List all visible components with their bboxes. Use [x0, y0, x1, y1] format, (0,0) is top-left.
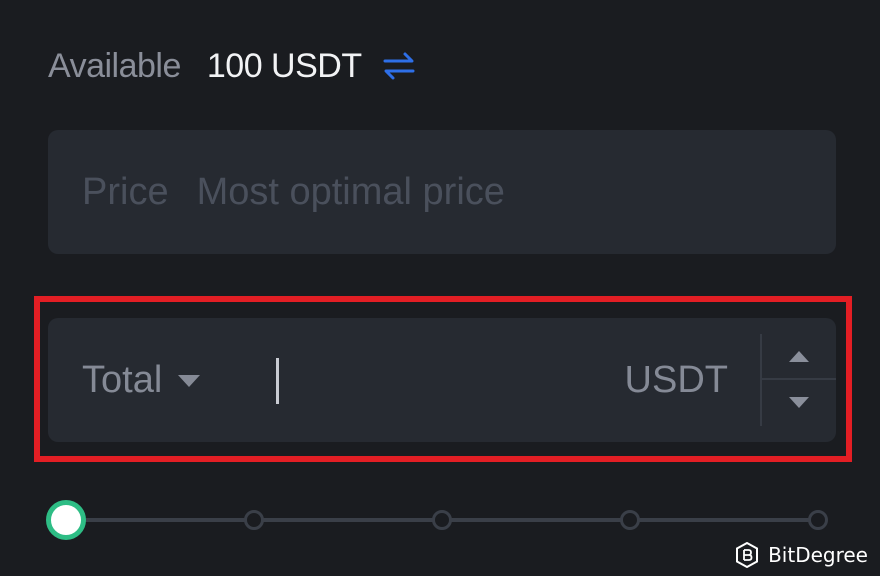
price-value: Most optimal price	[196, 170, 505, 213]
slider-stop-50[interactable]	[432, 510, 452, 530]
total-field: Total USDT	[48, 318, 836, 442]
decrement-button[interactable]	[762, 380, 836, 424]
increment-button[interactable]	[762, 334, 836, 378]
price-field: Price Most optimal price	[48, 130, 836, 254]
slider-stop-75[interactable]	[620, 510, 640, 530]
swap-arrows-icon[interactable]	[382, 51, 416, 81]
amount-slider[interactable]	[46, 498, 830, 542]
available-value: 100 USDT	[206, 46, 362, 85]
caret-down-icon	[178, 375, 201, 387]
bitdegree-logo-icon	[736, 542, 759, 568]
arrow-up-icon	[789, 350, 809, 362]
slider-handle[interactable]	[46, 500, 86, 540]
slider-stop-25[interactable]	[244, 510, 264, 530]
arrow-down-icon	[789, 396, 809, 408]
unit-label: USDT	[624, 358, 728, 401]
available-balance-row: Available 100 USDT	[48, 44, 416, 88]
watermark-text: BitDegree	[768, 543, 868, 567]
total-label: Total	[82, 358, 163, 401]
watermark: BitDegree	[734, 542, 868, 568]
price-label: Price	[82, 170, 169, 213]
available-label: Available	[48, 46, 181, 85]
quantity-stepper	[760, 334, 836, 426]
total-type-dropdown[interactable]: Total	[82, 318, 201, 442]
slider-stop-100[interactable]	[808, 510, 828, 530]
total-input[interactable]	[286, 348, 650, 414]
text-cursor	[276, 358, 279, 404]
